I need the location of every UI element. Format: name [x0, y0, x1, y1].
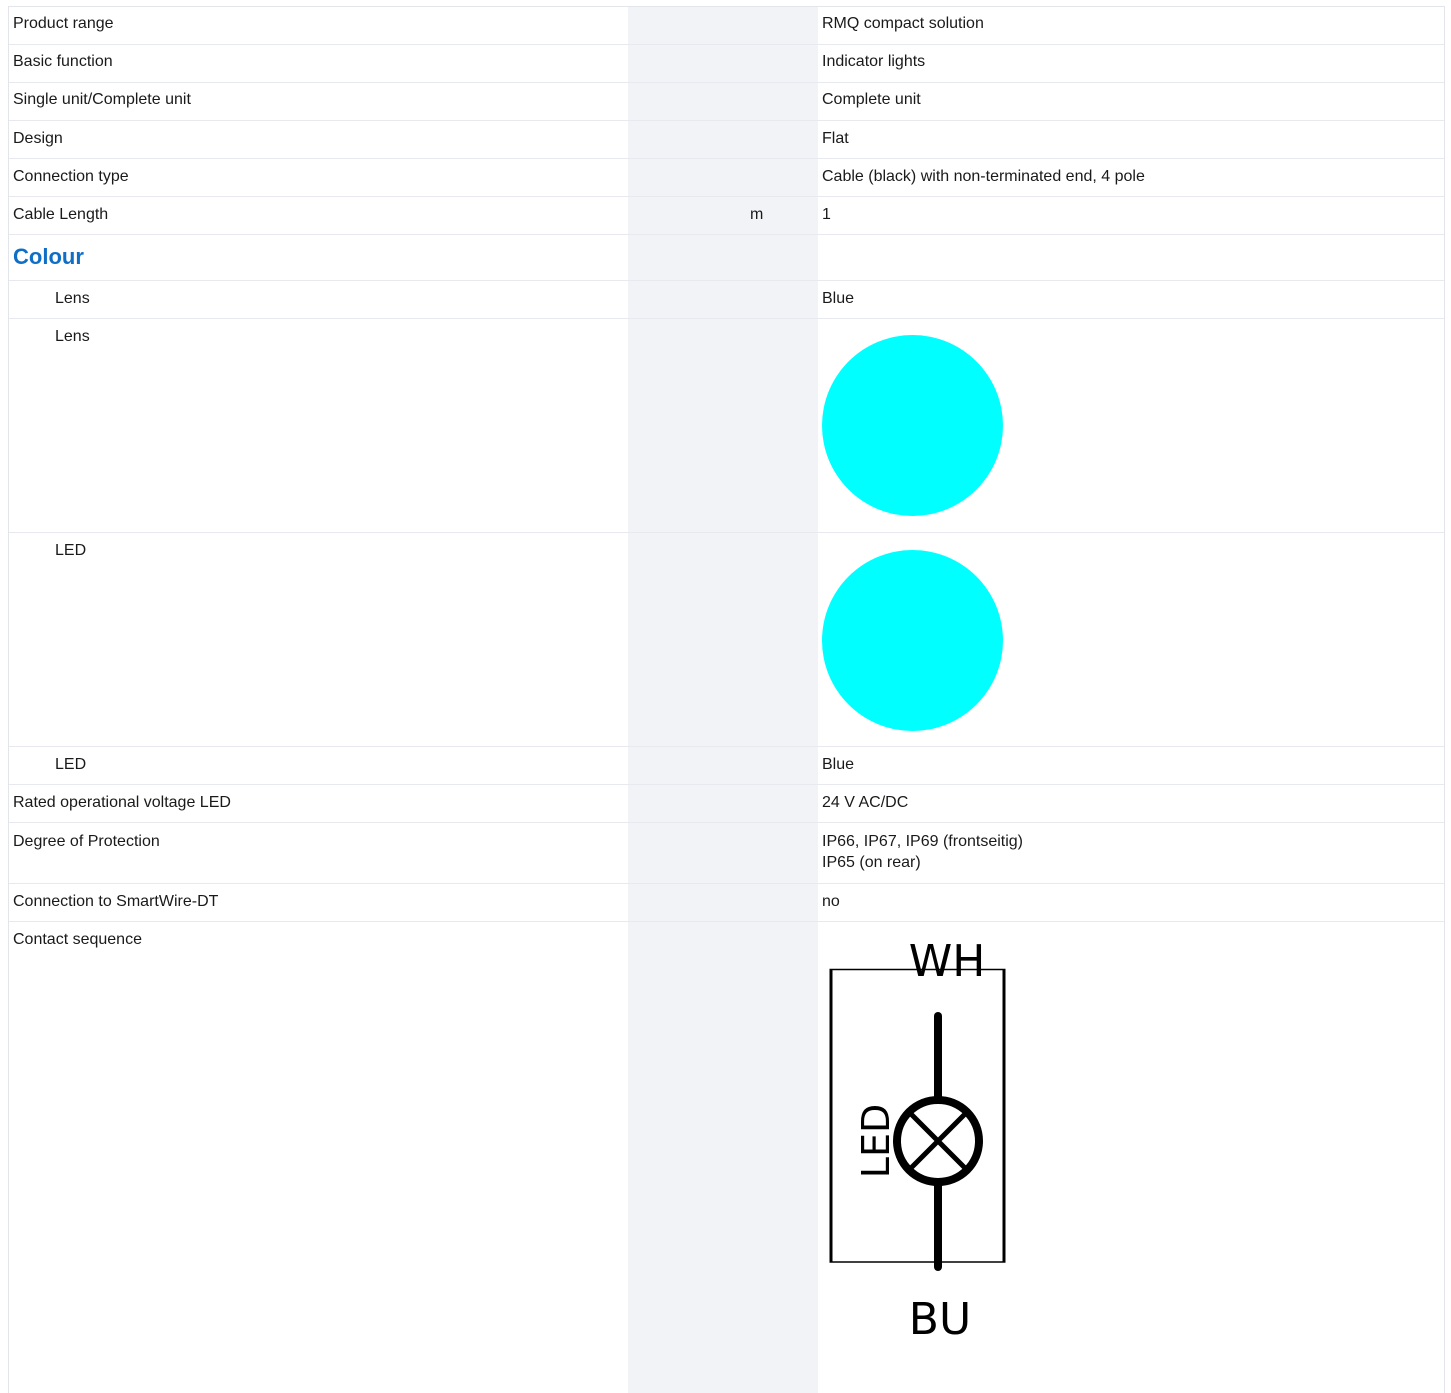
- spec-row-degree-protection: Degree of Protection IP66, IP67, IP69 (f…: [9, 823, 1444, 884]
- row-label: LED: [55, 756, 87, 773]
- spec-row-lens-swatch: Lens: [9, 319, 1444, 533]
- spec-row-lens: Lens Blue: [9, 281, 1444, 319]
- row-value: RMQ compact solution: [822, 15, 984, 32]
- row-label: Product range: [13, 15, 114, 32]
- row-label: Single unit/Complete unit: [13, 91, 191, 108]
- spec-row-connection-type: Connection type Cable (black) with non-t…: [9, 159, 1444, 197]
- spec-row-product-range: Product range RMQ compact solution: [9, 7, 1444, 45]
- row-label: Lens: [55, 328, 90, 345]
- spec-row-led-swatch: LED: [9, 533, 1444, 747]
- row-value: Blue: [822, 290, 855, 307]
- spec-row-cable-length: Cable Length m 1: [9, 197, 1444, 235]
- row-value: Complete unit: [822, 91, 921, 108]
- lens-colour-swatch: [822, 335, 1003, 516]
- row-value: Blue: [822, 756, 855, 773]
- group-heading: Colour: [13, 244, 84, 269]
- row-value: 1: [822, 206, 831, 223]
- row-unit: m: [750, 206, 764, 223]
- row-label: Basic function: [13, 53, 113, 70]
- row-label: Degree of Protection: [13, 833, 160, 850]
- spec-row-single-complete: Single unit/Complete unit Complete unit: [9, 83, 1444, 121]
- row-value-line2: IP65 (on rear): [822, 854, 921, 871]
- spec-row-contact-sequence: Contact sequence WH LED BU: [9, 922, 1444, 1392]
- row-value-line1: IP66, IP67, IP69 (frontseitig): [822, 833, 1023, 850]
- group-heading-colour: Colour: [9, 235, 1444, 281]
- row-label: Lens: [55, 290, 90, 307]
- spec-row-design: Design Flat: [9, 121, 1444, 159]
- top-terminal-label: WH: [909, 936, 986, 987]
- element-label: LED: [854, 1104, 898, 1178]
- spec-table: Product range RMQ compact solution Basic…: [8, 6, 1445, 1393]
- spec-row-rated-voltage: Rated operational voltage LED 24 V AC/DC: [9, 785, 1444, 823]
- row-label: Connection type: [13, 168, 129, 185]
- row-value: no: [822, 893, 840, 910]
- row-value: Cable (black) with non-terminated end, 4…: [822, 168, 1145, 185]
- row-label: Connection to SmartWire-DT: [13, 893, 219, 910]
- row-label: LED: [55, 542, 87, 559]
- row-value: Indicator lights: [822, 53, 926, 70]
- row-label: Contact sequence: [13, 931, 142, 948]
- spec-row-smartwire: Connection to SmartWire-DT no: [9, 884, 1444, 922]
- row-label: Design: [13, 130, 63, 147]
- bottom-terminal-label: BU: [909, 1294, 971, 1345]
- row-value: Flat: [822, 130, 849, 147]
- spec-row-led: LED Blue: [9, 747, 1444, 785]
- contact-sequence-diagram: WH LED BU: [829, 936, 1006, 1345]
- led-colour-swatch: [822, 550, 1003, 731]
- spec-row-basic-function: Basic function Indicator lights: [9, 45, 1444, 83]
- row-value: 24 V AC/DC: [822, 794, 909, 811]
- row-label: Cable Length: [13, 206, 109, 223]
- row-label: Rated operational voltage LED: [13, 794, 231, 811]
